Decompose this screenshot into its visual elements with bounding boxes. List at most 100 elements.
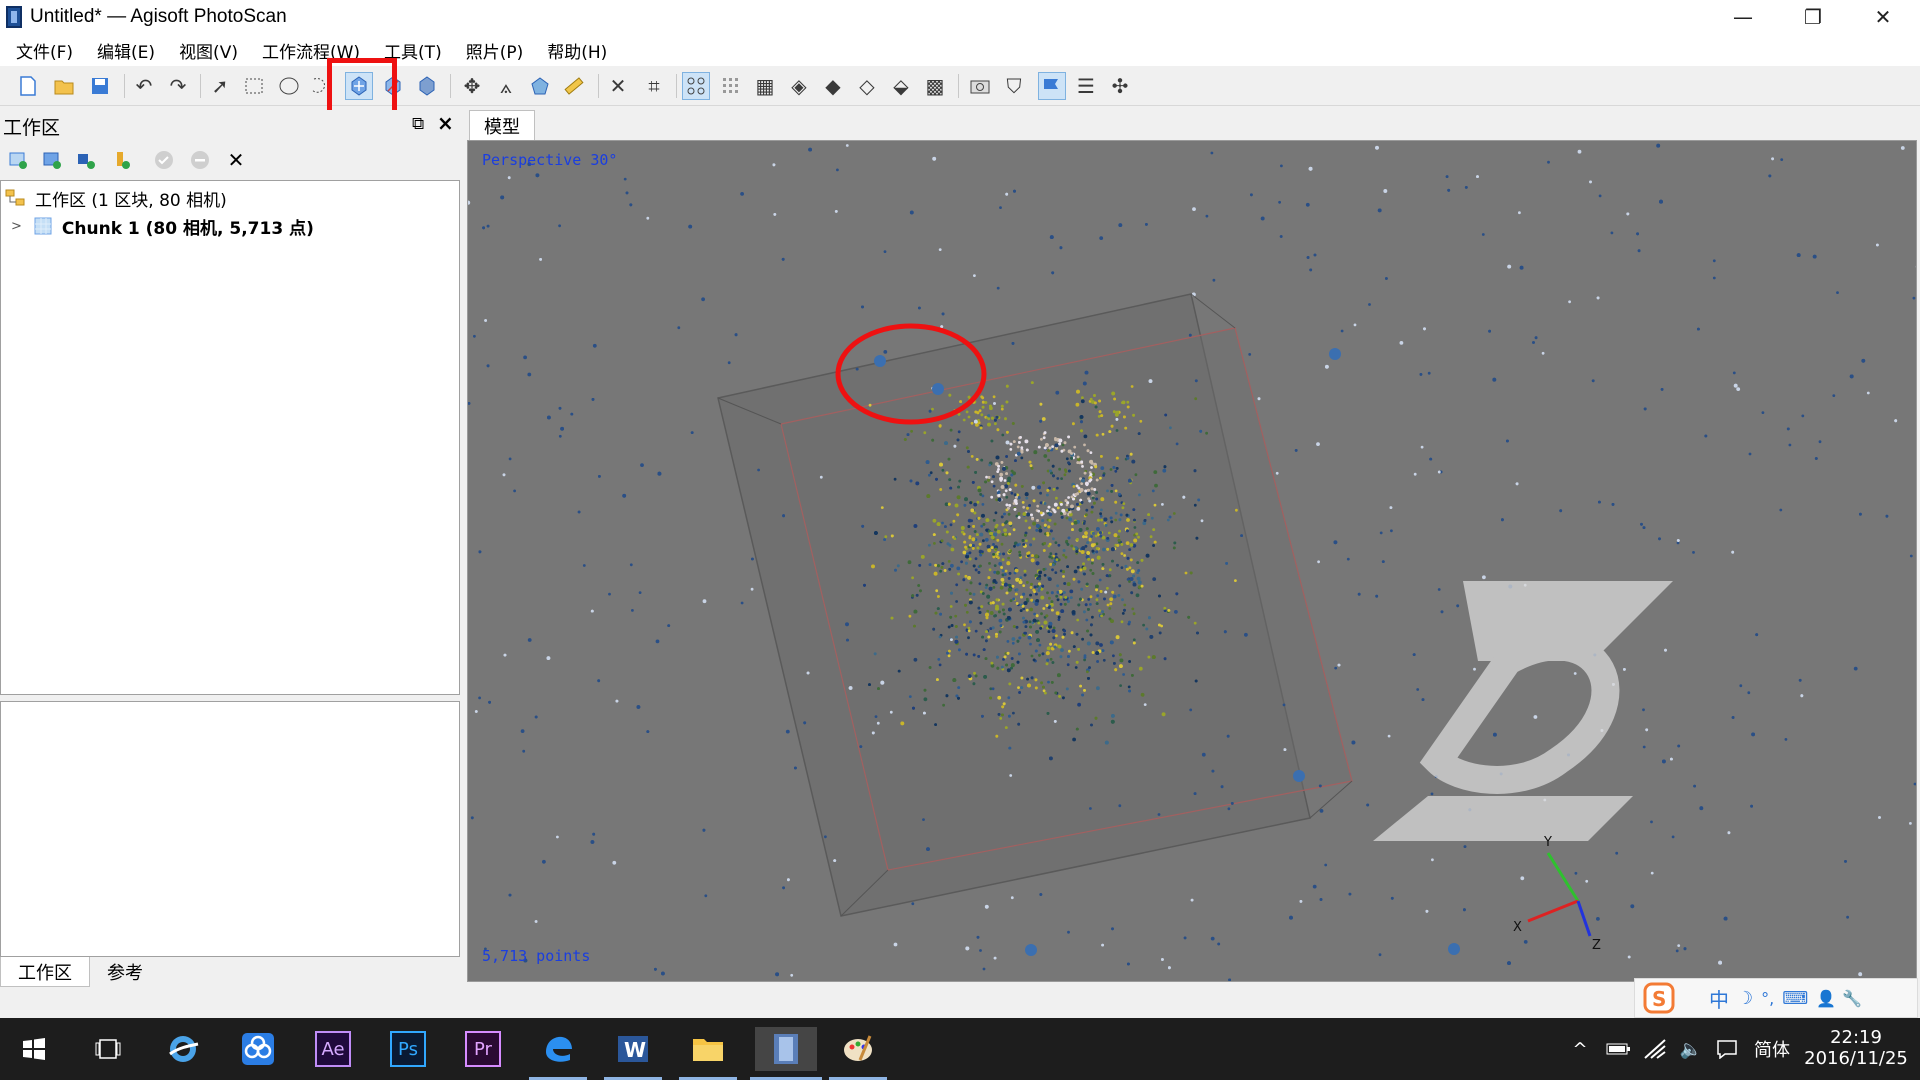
close-icon[interactable]: ✕ xyxy=(1848,0,1918,34)
cloud-point xyxy=(979,493,983,496)
windows-start-icon[interactable] xyxy=(12,1027,56,1071)
battery-icon[interactable] xyxy=(1604,1018,1634,1080)
dense-cloud-classes-icon[interactable]: ▦ xyxy=(751,72,779,100)
baidu-cloud-icon[interactable] xyxy=(236,1027,280,1071)
menu-edit[interactable]: 编辑(E) xyxy=(85,38,167,63)
enable-icon[interactable] xyxy=(150,146,178,174)
tree-item-workspace[interactable]: 工作区 (1 区块, 80 相机) xyxy=(5,185,463,211)
add-folder-icon[interactable] xyxy=(72,146,100,174)
ruler-icon[interactable] xyxy=(560,72,588,100)
dense-cloud-icon[interactable] xyxy=(717,72,745,100)
open-folder-icon[interactable] xyxy=(50,72,78,100)
add-photos-icon[interactable] xyxy=(38,146,66,174)
cloud-point xyxy=(985,639,988,643)
ime-moon-icon[interactable]: ☽ xyxy=(1737,988,1753,1009)
cloud-point xyxy=(1090,535,1093,538)
add-chunk-icon[interactable] xyxy=(4,146,32,174)
menu-view[interactable]: 视图(V) xyxy=(167,38,250,63)
remove-items-icon[interactable]: ✕ xyxy=(222,146,250,174)
move-view-icon[interactable]: ✣ xyxy=(1106,72,1134,100)
cloud-point xyxy=(937,658,941,661)
sogou-icon[interactable]: S xyxy=(1639,980,1679,1016)
ime-punctuation-icon[interactable]: °, xyxy=(1761,989,1774,1008)
cloud-point xyxy=(1053,645,1057,649)
clock[interactable]: 22:19 2016/11/25 xyxy=(1800,1018,1912,1080)
wifi-icon[interactable] xyxy=(1640,1018,1670,1080)
chevron-right-icon[interactable]: > xyxy=(11,219,22,234)
delete-selection-icon[interactable]: ✕ xyxy=(604,72,632,100)
ime-settings-icon[interactable]: 🔧 xyxy=(1842,989,1862,1008)
premiere-icon[interactable]: Pr xyxy=(461,1027,505,1071)
redo-icon[interactable]: ↷ xyxy=(164,72,192,100)
after-effects-icon[interactable]: Ae xyxy=(311,1027,355,1071)
show-shapes-icon[interactable] xyxy=(1038,72,1066,100)
new-document-icon[interactable] xyxy=(14,72,42,100)
notifications-icon[interactable] xyxy=(1712,1018,1742,1080)
menu-file[interactable]: 文件(F) xyxy=(4,38,85,63)
menu-photos[interactable]: 照片(P) xyxy=(454,38,536,63)
tab-reference[interactable]: 参考 xyxy=(92,957,158,987)
volume-icon[interactable]: 🔈 xyxy=(1676,1018,1706,1080)
ime-chinese-mode[interactable]: 中 xyxy=(1709,984,1729,1013)
cloud-point xyxy=(1054,443,1059,448)
draw-polygon-icon[interactable] xyxy=(526,72,554,100)
show-hidden-icons[interactable]: ^ xyxy=(1568,1018,1592,1080)
cloud-point xyxy=(1075,484,1079,488)
cloud-point xyxy=(893,942,898,947)
crop-selection-icon[interactable]: ⌗ xyxy=(640,72,668,100)
save-icon[interactable] xyxy=(86,72,114,100)
cloud-point xyxy=(1482,575,1486,580)
cloud-point xyxy=(1086,641,1091,646)
undo-icon[interactable]: ↶ xyxy=(130,72,158,100)
cloud-point xyxy=(947,625,951,629)
textured-model-icon[interactable]: ⬙ xyxy=(887,72,915,100)
rectangle-selection-icon[interactable] xyxy=(240,72,268,100)
word-icon[interactable]: W xyxy=(611,1027,655,1071)
cloud-point xyxy=(1133,526,1137,529)
model-viewport[interactable]: Y X Z Perspective 30° 5,713 points xyxy=(467,140,1917,982)
navigation-cursor-icon[interactable]: ➚ xyxy=(206,72,234,100)
wireframe-model-icon[interactable]: ◇ xyxy=(853,72,881,100)
cloud-point xyxy=(1043,542,1046,545)
disable-icon[interactable] xyxy=(186,146,214,174)
cloud-point xyxy=(654,967,657,971)
cloud-point xyxy=(945,530,949,534)
cloud-point xyxy=(928,563,932,566)
tree-item-chunk[interactable]: > Chunk 1 (80 相机, 5,713 点) xyxy=(11,213,469,239)
cloud-point xyxy=(987,476,991,479)
circle-selection-icon[interactable] xyxy=(275,72,303,100)
file-explorer-icon[interactable] xyxy=(686,1027,730,1071)
cloud-point xyxy=(1832,394,1836,397)
float-panel-icon[interactable]: ⧉ xyxy=(412,114,424,134)
show-markers-icon[interactable]: ⛉ xyxy=(1000,72,1028,100)
input-language-indicator[interactable]: 简体 xyxy=(1748,1018,1796,1080)
photoshop-icon[interactable]: Ps xyxy=(386,1027,430,1071)
tab-model[interactable]: 模型 xyxy=(469,110,535,140)
show-cameras-camera-icon[interactable] xyxy=(966,72,994,100)
show-region-icon[interactable]: ☰ xyxy=(1072,72,1100,100)
rotate-region-icon[interactable] xyxy=(413,72,441,100)
menu-help[interactable]: 帮助(H) xyxy=(535,38,619,63)
cloud-point xyxy=(1045,443,1049,447)
tiled-model-icon[interactable]: ▩ xyxy=(921,72,949,100)
edge-browser-icon[interactable] xyxy=(536,1027,580,1071)
cloud-point xyxy=(947,457,951,461)
ime-user-icon[interactable]: 👤 xyxy=(1816,989,1836,1008)
paint-icon[interactable] xyxy=(836,1027,880,1071)
add-marker-icon[interactable] xyxy=(108,146,136,174)
restore-icon[interactable]: ❐ xyxy=(1778,0,1848,34)
ruler-pin-icon[interactable]: ⟑ xyxy=(492,72,520,100)
close-panel-icon[interactable]: × xyxy=(437,111,454,135)
show-cameras-icon[interactable] xyxy=(682,72,710,100)
photoscan-taskbar-icon[interactable] xyxy=(755,1027,817,1071)
ime-keyboard-icon[interactable]: ⌨ xyxy=(1782,988,1808,1009)
task-view-icon[interactable] xyxy=(86,1027,130,1071)
workspace-tabs: 工作区 参考 xyxy=(0,957,460,987)
shaded-model-icon[interactable]: ◈ xyxy=(785,72,813,100)
cloud-point xyxy=(1047,449,1050,452)
rotate-object-icon[interactable]: ✥ xyxy=(458,72,486,100)
solid-model-icon[interactable]: ◆ xyxy=(819,72,847,100)
browser-360-icon[interactable] xyxy=(161,1027,205,1071)
tab-workspace[interactable]: 工作区 xyxy=(0,957,90,987)
minimize-icon[interactable]: — xyxy=(1708,0,1778,34)
